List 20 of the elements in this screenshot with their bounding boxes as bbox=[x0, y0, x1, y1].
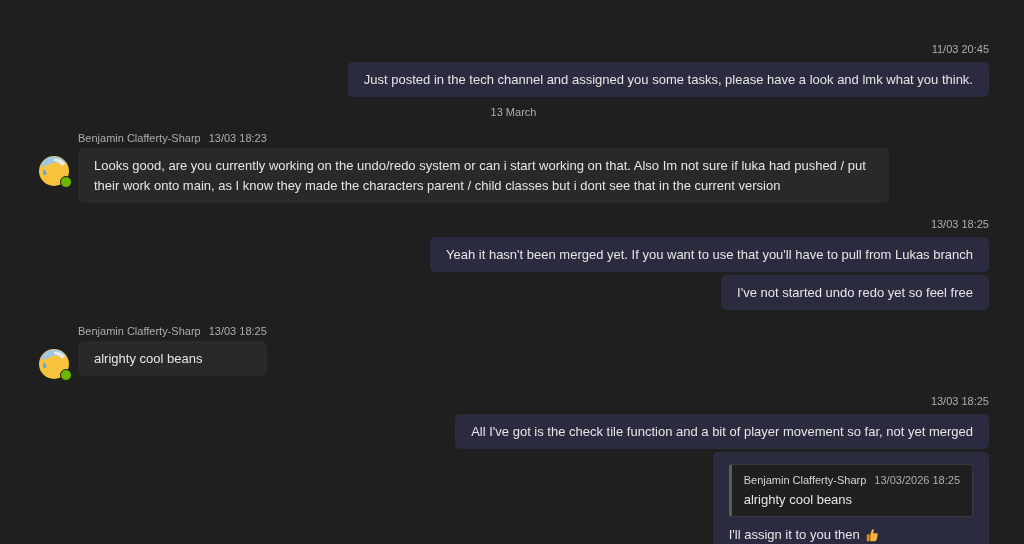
message-text: All I've got is the check tile function and a bit of player movement so far, not yet merged bbox=[471, 422, 973, 441]
message-time: 13/03 18:23 bbox=[208, 132, 267, 144]
quote-time: 13/03/2026 18:25 bbox=[874, 472, 960, 488]
message-text: I'll assign it to you then bbox=[728, 525, 860, 544]
message-time: 11/03 20:45 bbox=[931, 43, 989, 55]
message-time: 13/03 18:25 bbox=[930, 395, 989, 407]
message-text: Looks good, are you currently working on the undo/redo system or can i start working on that. Also Im not sure if luka had pushed / put their work onto main, as I know they made the characters parent / child classes but i dont see that in the current version bbox=[94, 157, 866, 193]
avatar bbox=[38, 348, 70, 380]
quote-author: Benjamin Clafferty-Sharp bbox=[743, 472, 867, 488]
message-text: alrighty cool beans bbox=[94, 350, 203, 366]
message-text: I've not started undo redo yet so feel free bbox=[737, 283, 973, 302]
message-text: Yeah it hasn't been merged yet. If you want to use that you'll have to pull from Lukas branch bbox=[446, 245, 973, 264]
date-divider: 13 March bbox=[490, 106, 537, 118]
author-name: Benjamin Clafferty-Sharp bbox=[78, 132, 201, 144]
message-time: 13/03 18:25 bbox=[930, 218, 989, 230]
message-text: Just posted in the tech channel and assigned you some tasks, please have a look and lmk what you think. bbox=[363, 70, 973, 89]
message-time: 13/03 18:25 bbox=[208, 325, 267, 337]
avatar bbox=[38, 155, 70, 187]
quote-text: alrighty cool beans bbox=[743, 490, 854, 509]
author-name: Benjamin Clafferty-Sharp bbox=[78, 325, 201, 337]
